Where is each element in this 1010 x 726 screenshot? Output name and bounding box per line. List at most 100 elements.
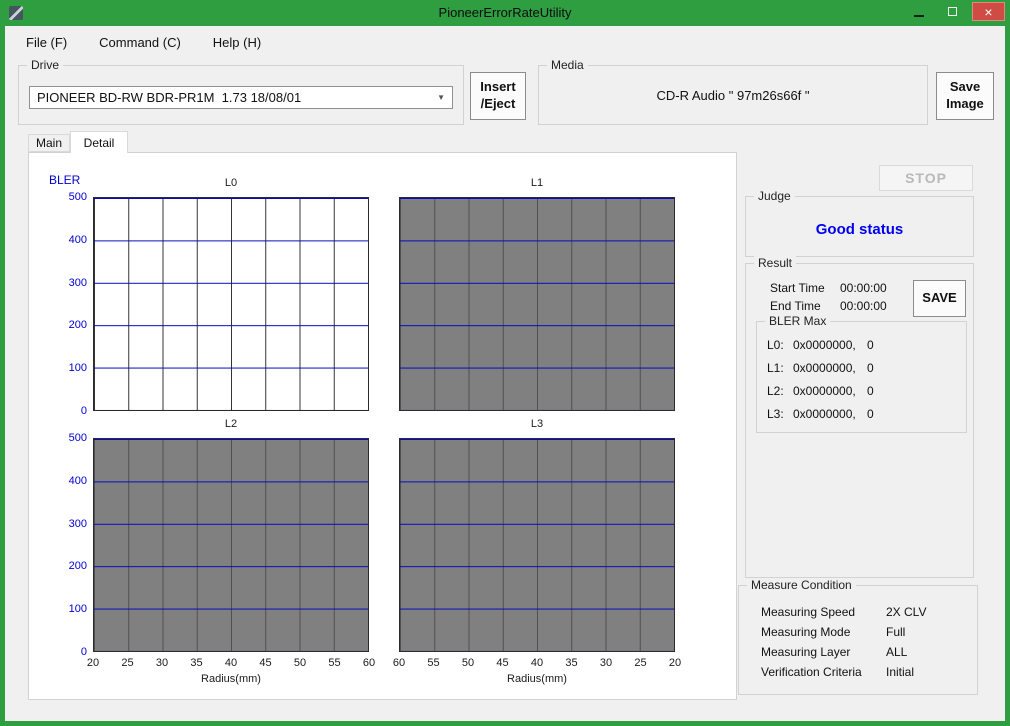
media-value: CD-R Audio " 97m26s66f " xyxy=(539,88,927,103)
end-time-label: End Time xyxy=(770,299,821,313)
x-axis-ticks-l2: 20 25 30 35 40 45 50 55 60 xyxy=(93,657,369,669)
save-image-label-line2: Image xyxy=(946,96,984,113)
maximize-button[interactable] xyxy=(938,2,967,21)
condition-label: Measuring Layer xyxy=(761,645,850,659)
chevron-down-icon: ▼ xyxy=(437,93,445,102)
y-axis-ticks-row2: 500 400 300 200 100 0 xyxy=(53,438,87,652)
x-axis-label-l3: Radius(mm) xyxy=(399,673,675,685)
drive-groupbox: Drive PIONEER BD-RW BDR-PR1M 1.73 18/08/… xyxy=(18,65,464,125)
chart-l3-title: L3 xyxy=(399,418,675,430)
menubar: File (F) Command (C) Help (H) xyxy=(5,26,1005,58)
x-tick: 30 xyxy=(156,657,168,669)
minimize-icon xyxy=(914,15,924,17)
chart-l1-plot xyxy=(399,197,675,411)
drive-combobox[interactable]: PIONEER BD-RW BDR-PR1M 1.73 18/08/01 ▼ xyxy=(29,86,453,109)
condition-label: Measuring Mode xyxy=(761,625,850,639)
x-axis-ticks-l3: 60 55 50 45 40 35 30 25 20 xyxy=(399,657,675,669)
chart-l2-plot xyxy=(93,438,369,652)
chart-l0-plot xyxy=(93,197,369,411)
bler-row-value: 0 xyxy=(867,361,874,375)
end-time-value: 00:00:00 xyxy=(840,299,887,313)
maximize-icon xyxy=(948,7,957,16)
menu-item-command[interactable]: Command (C) xyxy=(95,32,185,53)
insert-eject-button[interactable]: Insert /Eject xyxy=(470,72,526,120)
x-tick: 55 xyxy=(427,657,439,669)
judge-group-label: Judge xyxy=(754,189,795,203)
measure-condition-group-label: Measure Condition xyxy=(747,578,856,592)
measure-condition-groupbox: Measure Condition Measuring Speed 2X CLV… xyxy=(738,585,978,695)
x-tick: 55 xyxy=(328,657,340,669)
bler-row-label: L0: xyxy=(767,338,784,352)
window-controls: × xyxy=(904,2,1005,21)
bler-axis-label: BLER xyxy=(49,173,80,187)
bler-max-groupbox: BLER Max L0: 0x0000000, 0 L1: 0x0000000,… xyxy=(756,321,967,433)
drive-group-label: Drive xyxy=(27,58,63,72)
save-image-label-line1: Save xyxy=(950,79,980,96)
y-tick: 400 xyxy=(69,475,87,487)
start-time-value: 00:00:00 xyxy=(840,281,887,295)
x-tick: 20 xyxy=(669,657,681,669)
bler-row-hex: 0x0000000, xyxy=(793,384,856,398)
x-tick: 35 xyxy=(190,657,202,669)
condition-value: ALL xyxy=(886,645,907,659)
bler-row-value: 0 xyxy=(867,407,874,421)
x-axis-label-l2: Radius(mm) xyxy=(93,673,369,685)
x-tick: 40 xyxy=(531,657,543,669)
tab-main[interactable]: Main xyxy=(28,134,70,152)
x-tick: 30 xyxy=(600,657,612,669)
result-group-label: Result xyxy=(754,256,796,270)
menu-item-file[interactable]: File (F) xyxy=(22,32,71,53)
stop-button[interactable]: STOP xyxy=(879,165,973,191)
menu-item-help[interactable]: Help (H) xyxy=(209,32,265,53)
window-title: PioneerErrorRateUtility xyxy=(0,5,1010,20)
bler-row-value: 0 xyxy=(867,338,874,352)
x-tick: 60 xyxy=(393,657,405,669)
x-tick: 25 xyxy=(121,657,133,669)
y-tick: 200 xyxy=(69,319,87,331)
app-window: PioneerErrorRateUtility × File (F) Comma… xyxy=(0,0,1010,726)
chart-l0-title: L0 xyxy=(93,177,369,189)
y-tick: 200 xyxy=(69,560,87,572)
tab-detail[interactable]: Detail xyxy=(70,131,128,153)
media-groupbox: Media CD-R Audio " 97m26s66f " xyxy=(538,65,928,125)
media-group-label: Media xyxy=(547,58,588,72)
y-tick: 500 xyxy=(69,191,87,203)
x-tick: 50 xyxy=(462,657,474,669)
condition-value: Full xyxy=(886,625,905,639)
condition-label: Measuring Speed xyxy=(761,605,855,619)
titlebar: PioneerErrorRateUtility × xyxy=(0,0,1010,26)
save-button[interactable]: SAVE xyxy=(913,280,966,317)
condition-value: Initial xyxy=(886,665,914,679)
judge-groupbox: Judge Good status xyxy=(745,196,974,257)
condition-value: 2X CLV xyxy=(886,605,926,619)
x-tick: 20 xyxy=(87,657,99,669)
y-tick: 100 xyxy=(69,362,87,374)
save-image-button[interactable]: Save Image xyxy=(936,72,994,120)
bler-row-hex: 0x0000000, xyxy=(793,338,856,352)
y-axis-ticks-row1: 500 400 300 200 100 0 xyxy=(53,197,87,411)
chart-l2-title: L2 xyxy=(93,418,369,430)
y-tick: 0 xyxy=(81,405,87,417)
y-tick: 300 xyxy=(69,277,87,289)
bler-row-label: L1: xyxy=(767,361,784,375)
y-tick: 300 xyxy=(69,518,87,530)
x-tick: 60 xyxy=(363,657,375,669)
y-tick: 100 xyxy=(69,603,87,615)
drive-combobox-value: PIONEER BD-RW BDR-PR1M 1.73 18/08/01 xyxy=(37,90,301,105)
close-button[interactable]: × xyxy=(972,2,1005,21)
minimize-button[interactable] xyxy=(904,2,933,21)
bler-max-group-label: BLER Max xyxy=(765,314,830,328)
client-area: File (F) Command (C) Help (H) Drive PION… xyxy=(5,26,1005,721)
start-time-label: Start Time xyxy=(770,281,825,295)
insert-eject-label-line1: Insert xyxy=(480,79,515,96)
x-tick: 35 xyxy=(565,657,577,669)
x-tick: 45 xyxy=(496,657,508,669)
y-tick: 400 xyxy=(69,234,87,246)
chart-l1-title: L1 xyxy=(399,177,675,189)
bler-row-hex: 0x0000000, xyxy=(793,361,856,375)
chart-panel: BLER L0 L1 L2 L3 500 400 300 200 100 0 5 xyxy=(28,152,737,700)
close-icon: × xyxy=(984,4,992,20)
y-tick: 500 xyxy=(69,432,87,444)
x-tick: 25 xyxy=(634,657,646,669)
condition-label: Verification Criteria xyxy=(761,665,862,679)
